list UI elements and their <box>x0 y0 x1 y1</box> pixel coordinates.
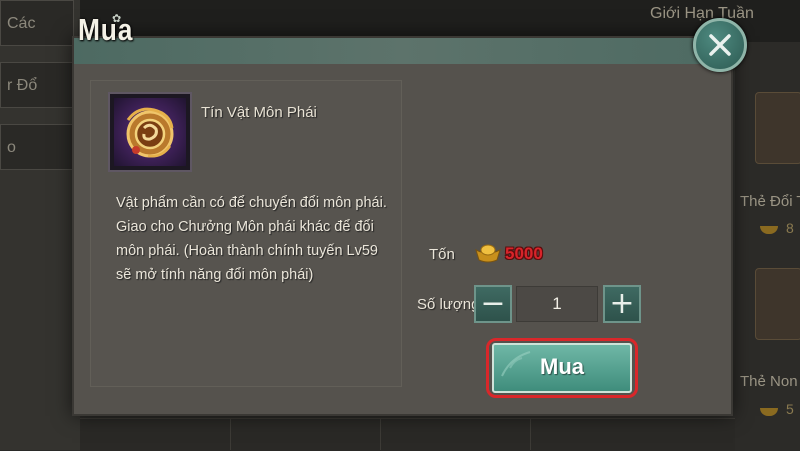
shop-item-icon[interactable] <box>755 92 800 164</box>
shop-item-icon[interactable] <box>755 268 800 340</box>
category-tab-3[interactable]: o <box>0 124 74 170</box>
item-icon-frame <box>108 92 192 172</box>
close-icon <box>709 34 731 56</box>
weekly-limit-title: Giới Hạn Tuần <box>650 5 754 22</box>
grid-cell <box>380 418 531 450</box>
category-tab-1[interactable]: Các <box>0 0 74 46</box>
plus-icon: + <box>609 286 635 321</box>
grid-cell <box>230 418 381 450</box>
shop-item-label: Thẻ Đổi Tên <box>740 193 800 210</box>
sect-token-icon <box>114 98 186 166</box>
shop-item-price: 5 <box>786 401 794 417</box>
quantity-label: Số lượng <box>417 296 480 313</box>
price-label: Tốn <box>429 246 455 263</box>
shop-item-label: Thẻ Non <box>740 373 798 390</box>
price-value: 5000 <box>505 244 543 263</box>
close-button[interactable] <box>693 18 747 72</box>
quantity-increase-button[interactable]: + <box>603 285 641 323</box>
dialog-header-bar <box>74 38 731 64</box>
gold-ingot-icon <box>475 244 501 263</box>
leaf-ornament-icon <box>501 351 531 377</box>
shop-item-price: 8 <box>786 220 794 236</box>
item-description: Vật phẩm cần có để chuyển đổi môn phái. … <box>116 195 387 283</box>
quantity-input[interactable] <box>516 286 598 322</box>
grid-cell <box>530 418 681 450</box>
category-tab-2[interactable]: r Đổ <box>0 62 74 108</box>
item-name: Tín Vật Môn Phái <box>201 104 317 121</box>
minus-icon: − <box>480 286 506 321</box>
quantity-decrease-button[interactable]: − <box>474 285 512 323</box>
title-ornament-icon: ✿ <box>112 12 122 25</box>
